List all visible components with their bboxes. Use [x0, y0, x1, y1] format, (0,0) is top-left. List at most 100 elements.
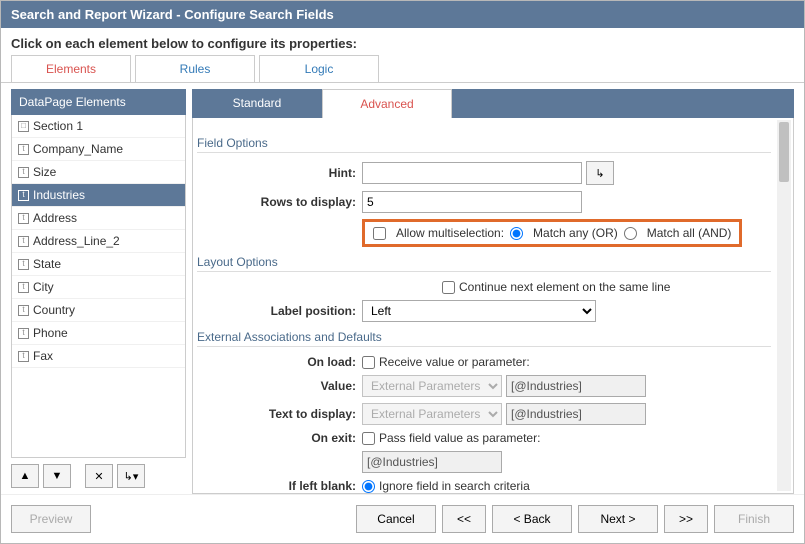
sidebar-header: DataPage Elements — [11, 89, 186, 115]
section-icon: □ — [18, 121, 29, 132]
text-param-input — [506, 403, 646, 425]
list-item-label: Size — [33, 165, 56, 179]
list-item[interactable]: tPhone — [12, 322, 185, 345]
sub-tab-bar: Standard Advanced — [192, 89, 794, 118]
list-item-section[interactable]: □ Section 1 — [12, 115, 185, 138]
main-panel: Standard Advanced Field Options Hint: ↳ … — [192, 89, 794, 494]
label-hint: Hint: — [197, 166, 362, 180]
sidebar-buttons: ▲ ▼ ✕ ↳▾ — [11, 458, 186, 494]
label-allow-multiselection: Allow multiselection: — [396, 226, 504, 240]
label-continue: Continue next element on the same line — [459, 280, 670, 294]
footer: Preview Cancel << < Back Next > >> Finis… — [1, 494, 804, 543]
hint-input[interactable] — [362, 162, 582, 184]
tab-advanced[interactable]: Advanced — [322, 89, 452, 118]
label-value: Value: — [197, 379, 362, 393]
hint-picker-button[interactable]: ↳ — [586, 161, 614, 185]
sidebar: DataPage Elements □ Section 1 tCompany_Na… — [11, 89, 186, 494]
list-item-label: State — [33, 257, 61, 271]
text-icon: t — [18, 351, 29, 362]
instruction-text: Click on each element below to configure… — [1, 28, 804, 55]
list-item-label: Fax — [33, 349, 53, 363]
scrollbar[interactable] — [777, 120, 791, 491]
value-param-input — [506, 375, 646, 397]
label-on-load: On load: — [197, 355, 362, 369]
last-button[interactable]: >> — [664, 505, 708, 533]
list-item[interactable]: tCompany_Name — [12, 138, 185, 161]
list-item-label: Industries — [33, 188, 85, 202]
multiselection-highlight: Allow multiselection: Match any (OR) Mat… — [362, 219, 742, 247]
label-receive: Receive value or parameter: — [379, 355, 530, 369]
value-source-select: External Parameters — [362, 375, 502, 397]
list-item[interactable]: t Country — [12, 299, 185, 322]
preview-button: Preview — [11, 505, 91, 533]
label-ignore: Ignore field in search criteria — [379, 479, 530, 493]
text-source-select: External Parameters — [362, 403, 502, 425]
list-item-label: Country — [33, 303, 75, 317]
group-layout-options: Layout Options — [197, 253, 771, 272]
scrollbar-thumb[interactable] — [779, 122, 789, 182]
title-bar: Search and Report Wizard - Configure Sea… — [1, 1, 804, 28]
label-label-position: Label position: — [197, 304, 362, 318]
allow-multiselection-checkbox[interactable] — [373, 227, 386, 240]
label-text-display: Text to display: — [197, 407, 362, 421]
element-list: □Section 1 tCompany_Name tSize tIndustri… — [11, 115, 186, 458]
text-icon: t — [18, 236, 29, 247]
label-match-any: Match any (OR) — [533, 226, 618, 240]
tab-filler — [452, 89, 794, 118]
rows-input[interactable] — [362, 191, 582, 213]
label-position-select[interactable]: Left — [362, 300, 596, 322]
tab-logic[interactable]: Logic — [259, 55, 379, 82]
receive-checkbox[interactable] — [362, 356, 375, 369]
label-pass: Pass field value as parameter: — [379, 431, 540, 445]
row-text-display: Text to display: External Parameters — [197, 403, 771, 425]
row-exit-param — [197, 451, 771, 473]
next-button[interactable]: Next > — [578, 505, 658, 533]
list-item[interactable]: tSize — [12, 161, 185, 184]
label-if-blank: If left blank: — [197, 479, 362, 493]
back-button[interactable]: < Back — [492, 505, 572, 533]
row-continue: Continue next element on the same line — [197, 280, 771, 294]
insert-button[interactable]: ↳▾ — [117, 464, 145, 488]
move-down-button[interactable]: ▼ — [43, 464, 71, 488]
wizard-window: Search and Report Wizard - Configure Sea… — [0, 0, 805, 544]
list-item-label: Phone — [33, 326, 68, 340]
list-item[interactable]: t City — [12, 276, 185, 299]
list-item[interactable]: tState — [12, 253, 185, 276]
row-rows: Rows to display: — [197, 191, 771, 213]
row-multiselection: Allow multiselection: Match any (OR) Mat… — [197, 219, 771, 247]
move-up-button[interactable]: ▲ — [11, 464, 39, 488]
tab-rules[interactable]: Rules — [135, 55, 255, 82]
label-on-exit: On exit: — [197, 431, 362, 445]
row-label-position: Label position: Left — [197, 300, 771, 322]
list-item-selected[interactable]: tIndustries — [12, 184, 185, 207]
tab-elements[interactable]: Elements — [11, 55, 131, 82]
cancel-button[interactable]: Cancel — [356, 505, 436, 533]
match-any-radio[interactable] — [510, 227, 523, 240]
list-item-label: Address — [33, 211, 77, 225]
ignore-radio[interactable] — [362, 480, 375, 493]
top-tab-bar: Elements Rules Logic — [1, 55, 804, 83]
continue-checkbox[interactable] — [442, 281, 455, 294]
list-item[interactable]: t Fax — [12, 345, 185, 368]
row-value: Value: External Parameters — [197, 375, 771, 397]
list-item[interactable]: t Address — [12, 207, 185, 230]
text-icon: t — [18, 144, 29, 155]
match-all-radio[interactable] — [624, 227, 637, 240]
delete-button[interactable]: ✕ — [85, 464, 113, 488]
list-item[interactable]: t Address_Line_2 — [12, 230, 185, 253]
row-if-blank: If left blank: Ignore field in search cr… — [197, 479, 771, 493]
group-external: External Associations and Defaults — [197, 328, 771, 347]
group-field-options: Field Options — [197, 134, 771, 153]
list-item-label: Address_Line_2 — [33, 234, 120, 248]
body: DataPage Elements □ Section 1 tCompany_Na… — [1, 83, 804, 494]
pass-checkbox[interactable] — [362, 432, 375, 445]
tab-standard[interactable]: Standard — [192, 89, 322, 118]
text-icon: t — [18, 305, 29, 316]
text-icon: t — [18, 213, 29, 224]
list-item-label: City — [33, 280, 54, 294]
row-on-load: On load: Receive value or parameter: — [197, 355, 771, 369]
text-icon: t — [18, 282, 29, 293]
label-match-all: Match all (AND) — [647, 226, 732, 240]
list-item-label: Section 1 — [33, 119, 83, 133]
first-button[interactable]: << — [442, 505, 486, 533]
